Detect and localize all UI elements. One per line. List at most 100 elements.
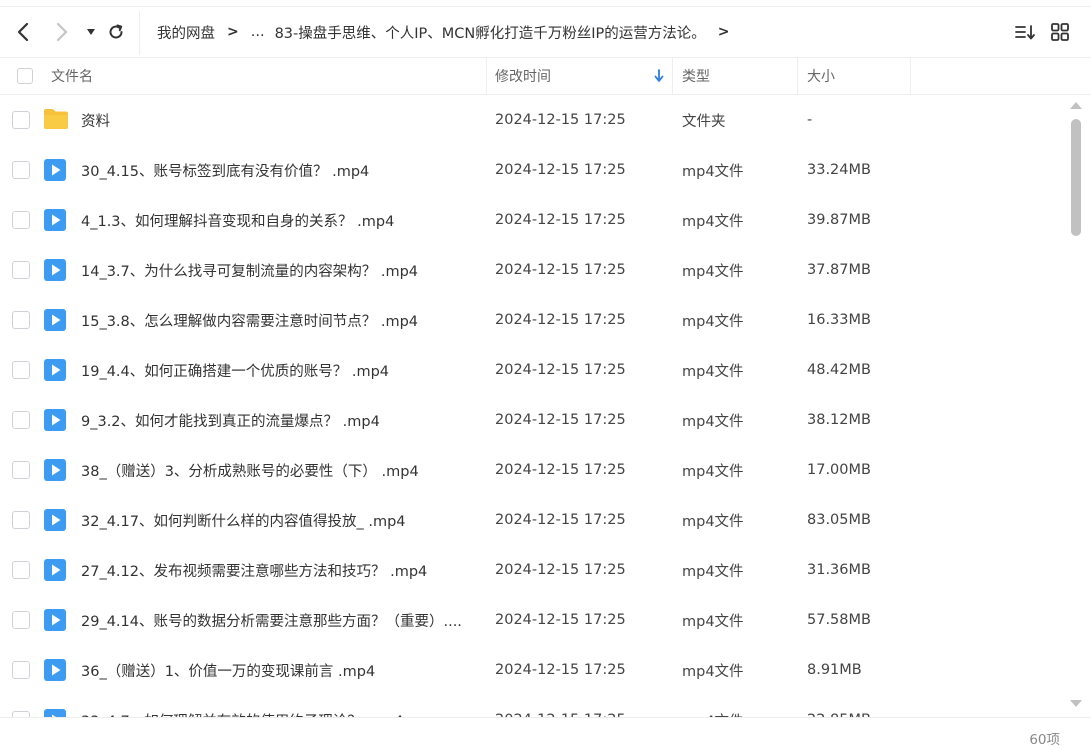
file-size: 8.91MB xyxy=(807,662,862,678)
column-name[interactable]: 文件名 xyxy=(51,58,93,94)
grid-view-button[interactable] xyxy=(1048,21,1072,43)
refresh-button[interactable] xyxy=(105,20,127,44)
video-file-icon xyxy=(44,509,66,531)
forward-button[interactable] xyxy=(51,20,73,44)
file-name[interactable]: 38_（赠送）3、分析成熟账号的必要性（下） .mp4 xyxy=(81,445,476,495)
column-divider xyxy=(797,58,798,94)
scroll-up-arrow-icon[interactable] xyxy=(1069,100,1083,110)
file-modified-time: 2024-12-15 17:25 xyxy=(495,662,626,678)
row-checkbox[interactable] xyxy=(12,111,30,129)
row-checkbox[interactable] xyxy=(12,661,30,679)
file-type: mp4文件 xyxy=(682,263,744,280)
file-name[interactable]: 27_4.12、发布视频需要注意哪些方法和技巧？ .mp4 xyxy=(81,545,476,595)
file-row[interactable]: 32_4.17、如何判断什么样的内容值得投放_ .mp4 2024-12-15 1… xyxy=(0,495,1065,545)
file-row[interactable]: 14_3.7、为什么找寻可复制流量的内容架构？ .mp4 2024-12-15 1… xyxy=(0,245,1065,295)
file-modified-time: 2024-12-15 17:25 xyxy=(495,162,626,178)
file-list: 资料 2024-12-15 17:25 文件夹 - 30_4.15、账号标签到底有没有价… xyxy=(0,95,1065,717)
scrollbar-thumb[interactable] xyxy=(1071,119,1081,236)
file-name[interactable]: 36_（赠送）1、价值一万的变现课前言 .mp4 xyxy=(81,645,476,695)
row-checkbox[interactable] xyxy=(12,161,30,179)
breadcrumb: 我的网盘 > ... 83-操盘手思维、个人IP、MCN孵化打造千万粉丝IP的运… xyxy=(157,7,742,57)
file-size: 33.24MB xyxy=(807,162,871,178)
file-row[interactable]: 4_1.3、如何理解抖音变现和自身的关系？ .mp4 2024-12-15 17:… xyxy=(0,195,1065,245)
file-row[interactable]: 29_4.14、账号的数据分析需要注意那些方面？（重要）.... 2024-12-… xyxy=(0,595,1065,645)
row-checkbox[interactable] xyxy=(12,561,30,579)
item-count: 60项 xyxy=(1029,732,1060,748)
file-row[interactable]: 30_4.15、账号标签到底有没有价值？ .mp4 2024-12-15 17:2… xyxy=(0,145,1065,195)
file-modified-time: 2024-12-15 17:25 xyxy=(495,112,626,128)
file-modified-time: 2024-12-15 17:25 xyxy=(495,612,626,628)
video-file-icon xyxy=(44,309,66,331)
column-size[interactable]: 大小 xyxy=(807,58,835,94)
file-size: 38.12MB xyxy=(807,412,871,428)
file-row[interactable]: 27_4.12、发布视频需要注意哪些方法和技巧？ .mp4 2024-12-15 … xyxy=(0,545,1065,595)
column-type[interactable]: 类型 xyxy=(682,58,710,94)
file-name[interactable]: 33_4.7、如何理解并有效的使用约子理论？ .mp4 xyxy=(81,695,476,718)
column-modified-label: 修改时间 xyxy=(495,69,551,85)
file-size: 57.58MB xyxy=(807,612,871,628)
sort-button[interactable] xyxy=(1013,21,1037,43)
file-type: mp4文件 xyxy=(682,695,744,718)
file-row[interactable]: 38_（赠送）3、分析成熟账号的必要性（下） .mp4 2024-12-15 17… xyxy=(0,445,1065,495)
file-type: mp4文件 xyxy=(682,563,744,580)
select-all-checkbox[interactable] xyxy=(17,68,33,84)
row-checkbox[interactable] xyxy=(12,511,30,529)
vertical-scrollbar[interactable] xyxy=(1066,95,1086,715)
folder-icon xyxy=(43,108,69,130)
file-name[interactable]: 30_4.15、账号标签到底有没有价值？ .mp4 xyxy=(81,145,476,195)
row-checkbox[interactable] xyxy=(12,261,30,279)
video-file-icon xyxy=(44,209,66,231)
file-row[interactable]: 资料 2024-12-15 17:25 文件夹 - xyxy=(0,95,1065,145)
video-file-icon xyxy=(44,409,66,431)
row-checkbox[interactable] xyxy=(12,611,30,629)
file-type: mp4文件 xyxy=(682,213,744,230)
file-size: - xyxy=(807,112,813,128)
file-modified-time: 2024-12-15 17:25 xyxy=(495,262,626,278)
file-name[interactable]: 资料 xyxy=(81,95,476,145)
file-modified-time: 2024-12-15 17:25 xyxy=(495,512,626,528)
row-checkbox[interactable] xyxy=(12,361,30,379)
history-dropdown-button[interactable] xyxy=(80,20,102,44)
toolbar: 我的网盘 > ... 83-操盘手思维、个人IP、MCN孵化打造千万粉丝IP的运… xyxy=(0,6,1091,58)
file-name[interactable]: 29_4.14、账号的数据分析需要注意那些方面？（重要）.... xyxy=(81,595,476,645)
column-header: 文件名 修改时间 类型 大小 xyxy=(0,58,1091,95)
video-file-icon xyxy=(44,459,66,481)
file-name[interactable]: 9_3.2、如何才能找到真正的流量爆点？ .mp4 xyxy=(81,395,476,445)
file-name[interactable]: 14_3.7、为什么找寻可复制流量的内容架构？ .mp4 xyxy=(81,245,476,295)
video-file-icon xyxy=(44,659,66,681)
status-bar: 60项 xyxy=(0,717,1091,748)
back-button[interactable] xyxy=(12,20,34,44)
refresh-icon xyxy=(109,24,123,39)
video-file-icon xyxy=(44,159,66,181)
breadcrumb-separator-icon: > xyxy=(227,24,239,40)
breadcrumb-separator-icon: > xyxy=(717,24,730,40)
scroll-down-arrow-icon[interactable] xyxy=(1069,699,1083,709)
file-name[interactable]: 32_4.17、如何判断什么样的内容值得投放_ .mp4 xyxy=(81,495,476,545)
row-checkbox[interactable] xyxy=(12,411,30,429)
file-row[interactable]: 9_3.2、如何才能找到真正的流量爆点？ .mp4 2024-12-15 17:2… xyxy=(0,395,1065,445)
chevron-right-icon xyxy=(56,22,68,42)
column-divider xyxy=(910,58,911,94)
column-modified[interactable]: 修改时间 xyxy=(495,58,665,94)
row-checkbox[interactable] xyxy=(12,461,30,479)
file-type: mp4文件 xyxy=(682,463,744,480)
file-name[interactable]: 19_4.4、如何正确搭建一个优质的账号？ .mp4 xyxy=(81,345,476,395)
column-divider xyxy=(486,58,487,94)
breadcrumb-item-collapsed[interactable]: ... xyxy=(251,24,265,40)
breadcrumb-item-root[interactable]: 我的网盘 xyxy=(157,22,215,43)
chevron-left-icon xyxy=(17,22,29,42)
file-row[interactable]: 33_4.7、如何理解并有效的使用约子理论？ .mp4 2024-12-15 17… xyxy=(0,695,1065,717)
file-row[interactable]: 19_4.4、如何正确搭建一个优质的账号？ .mp4 2024-12-15 17:… xyxy=(0,345,1065,395)
file-name[interactable]: 15_3.8、怎么理解做内容需要注意时间节点？ .mp4 xyxy=(81,295,476,345)
row-checkbox[interactable] xyxy=(12,211,30,229)
file-row[interactable]: 15_3.8、怎么理解做内容需要注意时间节点？ .mp4 2024-12-15 1… xyxy=(0,295,1065,345)
file-name[interactable]: 4_1.3、如何理解抖音变现和自身的关系？ .mp4 xyxy=(81,195,476,245)
row-checkbox[interactable] xyxy=(12,311,30,329)
file-type: 文件夹 xyxy=(682,113,726,130)
file-modified-time: 2024-12-15 17:25 xyxy=(495,212,626,228)
file-row[interactable]: 36_（赠送）1、价值一万的变现课前言 .mp4 2024-12-15 17:25… xyxy=(0,645,1065,695)
file-size: 39.87MB xyxy=(807,212,871,228)
video-file-icon xyxy=(44,609,66,631)
video-file-icon xyxy=(44,259,66,281)
breadcrumb-item-current[interactable]: 83-操盘手思维、个人IP、MCN孵化打造千万粉丝IP的运营方法论。 xyxy=(275,22,706,43)
